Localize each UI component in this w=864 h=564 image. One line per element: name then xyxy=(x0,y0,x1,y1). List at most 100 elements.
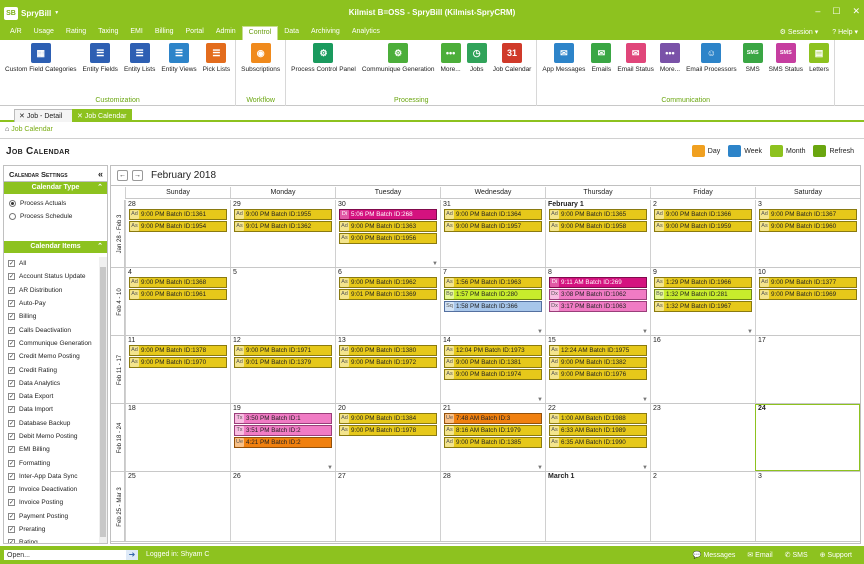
day-cell[interactable]: 31 Ad 9:00 PM Batch ID:1364 As 9:00 PM Batch… xyxy=(440,200,545,267)
calendar-event[interactable]: As 1:29 PM Batch ID:1966 xyxy=(654,277,752,288)
checkbox[interactable]: ✓ xyxy=(8,313,15,321)
day-cell[interactable]: 28 xyxy=(440,472,545,541)
calendar-event[interactable]: Dx 3:08 PM Batch ID:1062 xyxy=(549,289,647,300)
day-cell[interactable]: 15 As 12:24 AM Batch ID:1975 Ad 9:00 PM Batc… xyxy=(545,336,650,403)
ribbon-button-sms[interactable]: SMS SMS xyxy=(740,43,766,94)
status-sms-link[interactable]: ✆ SMS xyxy=(785,551,808,559)
checkbox[interactable]: ✓ xyxy=(8,526,15,534)
menu-control[interactable]: Control xyxy=(241,26,279,40)
calendar-event[interactable]: Ad 9:01 PM Batch ID:1369 xyxy=(339,289,437,300)
status-messages-link[interactable]: 💬 Messages xyxy=(693,551,736,559)
checkbox-prerating[interactable]: ✓ Prerating xyxy=(4,523,99,536)
breadcrumb-item[interactable]: Job Calendar xyxy=(11,126,53,133)
day-cell[interactable]: 20 Ad 9:00 PM Batch ID:1384 As 9:00 PM Batch… xyxy=(335,404,440,471)
ribbon-button-process-control-panel[interactable]: ⚙ Process Control Panel xyxy=(288,43,359,94)
day-cell[interactable]: 19 Tx 3:50 PM Batch ID:1 Tx 3:51 PM Batch ID… xyxy=(230,404,335,471)
calendar-event[interactable]: Dx 3:17 PM Batch ID:1063 xyxy=(549,301,647,312)
prev-month-button[interactable]: ← xyxy=(117,170,128,181)
calendar-event[interactable]: As 12:04 PM Batch ID:1973 xyxy=(444,345,542,356)
menu-a-r[interactable]: A/R xyxy=(4,26,28,40)
sidebar-scrollbar[interactable] xyxy=(99,257,107,543)
calendar-event[interactable]: Ue 4:21 PM Batch ID:2 xyxy=(234,437,332,448)
calendar-event[interactable]: As 9:00 PM Batch ID:1954 xyxy=(129,221,227,232)
calendar-event[interactable]: Ad 9:00 PM Batch ID:1380 xyxy=(339,345,437,356)
calendar-event[interactable]: As 9:00 PM Batch ID:1976 xyxy=(549,369,647,380)
calendar-event[interactable]: As 6:33 AM Batch ID:1989 xyxy=(549,425,647,436)
menu-data[interactable]: Data xyxy=(278,26,305,40)
day-cell[interactable]: 18 xyxy=(125,404,230,471)
checkbox[interactable]: ✓ xyxy=(8,260,15,268)
checkbox-rating[interactable]: ✓ Rating xyxy=(4,536,99,543)
scrollbar-thumb[interactable] xyxy=(100,267,106,537)
more-events-icon[interactable]: ▼ xyxy=(327,465,333,471)
day-cell[interactable]: 22 As 1:00 AM Batch ID:1988 As 6:33 AM Batch… xyxy=(545,404,650,471)
checkbox-invoice-posting[interactable]: ✓ Invoice Posting xyxy=(4,496,99,509)
checkbox-database-backup[interactable]: ✓ Database Backup xyxy=(4,417,99,430)
calendar-event[interactable]: Sq 1:58 PM Batch ID:366 xyxy=(444,301,542,312)
checkbox-account-status-update[interactable]: ✓ Account Status Update xyxy=(4,270,99,283)
calendar-event[interactable]: As 9:00 PM Batch ID:1974 xyxy=(444,369,542,380)
ribbon-button-jobs[interactable]: ◷ Jobs xyxy=(464,43,490,94)
status-email-link[interactable]: ✉ Email xyxy=(747,551,772,559)
menu-billing[interactable]: Billing xyxy=(149,26,180,40)
calendar-event[interactable]: Ad 9:00 PM Batch ID:1368 xyxy=(129,277,227,288)
ribbon-button-email-status[interactable]: ✉ Email Status xyxy=(614,43,657,94)
day-cell[interactable]: 10 Ad 9:00 PM Batch ID:1377 As 9:00 PM Batch… xyxy=(755,268,860,335)
checkbox-credit-rating[interactable]: ✓ Credit Rating xyxy=(4,363,99,376)
day-cell[interactable]: 16 xyxy=(650,336,755,403)
more-events-icon[interactable]: ▼ xyxy=(537,329,543,335)
calendar-event[interactable]: Tx 3:50 PM Batch ID:1 xyxy=(234,413,332,424)
calendar-event[interactable]: As 6:35 AM Batch ID:1990 xyxy=(549,437,647,448)
checkbox-ar-distribution[interactable]: ✓ AR Distribution xyxy=(4,284,99,297)
calendar-event[interactable]: As 8:16 AM Batch ID:1979 xyxy=(444,425,542,436)
menu-rating[interactable]: Rating xyxy=(60,26,92,40)
menu-archiving[interactable]: Archiving xyxy=(305,26,346,40)
day-cell[interactable]: February 1 Ad 9:00 PM Batch ID:1365 As 9:00 … xyxy=(545,200,650,267)
ribbon-button-more[interactable]: ••• More... xyxy=(657,43,683,94)
calendar-event[interactable]: As 9:00 PM Batch ID:1969 xyxy=(759,289,857,300)
ribbon-button-email-processors[interactable]: ☺ Email Processors xyxy=(683,43,740,94)
checkbox[interactable]: ✓ xyxy=(8,366,15,374)
collapse-icon[interactable]: « xyxy=(98,169,103,179)
ribbon-button-subscriptions[interactable]: ◉ Subscriptions xyxy=(238,43,283,94)
calendar-event[interactable]: Ad 9:00 PM Batch ID:1381 xyxy=(444,357,542,368)
calendar-event[interactable]: As 1:56 PM Batch ID:1963 xyxy=(444,277,542,288)
open-input[interactable]: Open... ➜ xyxy=(3,549,139,561)
checkbox-invoice-deactivation[interactable]: ✓ Invoice Deactivation xyxy=(4,483,99,496)
day-cell[interactable]: 9 As 1:29 PM Batch ID:1966 Bg 1:32 PM Batch … xyxy=(650,268,755,335)
tab-job-detail[interactable]: ✕ Job - Detail xyxy=(14,109,80,122)
calendar-event[interactable]: Ad 9:00 PM Batch ID:1955 xyxy=(234,209,332,220)
session-menu[interactable]: ⚙ Session ▾ xyxy=(780,28,819,36)
calendar-event[interactable]: As 9:00 PM Batch ID:1961 xyxy=(129,289,227,300)
calendar-type-header[interactable]: Calendar Type ⌃ xyxy=(4,182,107,194)
checkbox-data-export[interactable]: ✓ Data Export xyxy=(4,390,99,403)
calendar-event[interactable]: Ad 9:01 PM Batch ID:1379 xyxy=(234,357,332,368)
checkbox-formatting[interactable]: ✓ Formatting xyxy=(4,456,99,469)
view-day-button[interactable]: Day xyxy=(691,145,720,157)
checkbox[interactable]: ✓ xyxy=(8,499,15,507)
day-cell[interactable]: 23 xyxy=(650,404,755,471)
calendar-items-header[interactable]: Calendar Items ⌃ xyxy=(4,241,107,253)
calendar-event[interactable]: As 9:00 PM Batch ID:1972 xyxy=(339,357,437,368)
day-cell[interactable]: 8 Di 9:11 AM Batch ID:269 Dx 3:08 PM Batch I… xyxy=(545,268,650,335)
checkbox-all[interactable]: ✓ All xyxy=(4,257,99,270)
day-cell[interactable]: 11 Ad 9:00 PM Batch ID:1378 As 9:00 PM Batch… xyxy=(125,336,230,403)
checkbox-data-import[interactable]: ✓ Data Import xyxy=(4,403,99,416)
chevron-up-icon[interactable]: ⌃ xyxy=(97,182,103,194)
calendar-event[interactable]: As 9:00 PM Batch ID:1956 xyxy=(339,233,437,244)
calendar-event[interactable]: Di 9:11 AM Batch ID:269 xyxy=(549,277,647,288)
go-arrow-icon[interactable]: ➜ xyxy=(126,550,138,560)
checkbox[interactable]: ✓ xyxy=(8,273,15,281)
day-cell[interactable]: 28 Ad 9:00 PM Batch ID:1361 As 9:00 PM Batch… xyxy=(125,200,230,267)
day-cell[interactable]: March 1 xyxy=(545,472,650,541)
checkbox[interactable]: ✓ xyxy=(8,486,15,494)
ribbon-button-pick-lists[interactable]: ☰ Pick Lists xyxy=(200,43,233,94)
checkbox[interactable]: ✓ xyxy=(8,379,15,387)
calendar-event[interactable]: As 9:00 PM Batch ID:1959 xyxy=(654,221,752,232)
checkbox-communique-generation[interactable]: ✓ Communique Generation xyxy=(4,337,99,350)
view-refresh-button[interactable]: Refresh xyxy=(813,145,854,157)
day-cell[interactable]: 3 Ad 9:00 PM Batch ID:1367 As 9:00 PM Batch … xyxy=(755,200,860,267)
day-cell[interactable]: 2 xyxy=(650,472,755,541)
ribbon-button-job-calendar[interactable]: 31 Job Calendar xyxy=(490,43,535,94)
checkbox[interactable]: ✓ xyxy=(8,393,15,401)
